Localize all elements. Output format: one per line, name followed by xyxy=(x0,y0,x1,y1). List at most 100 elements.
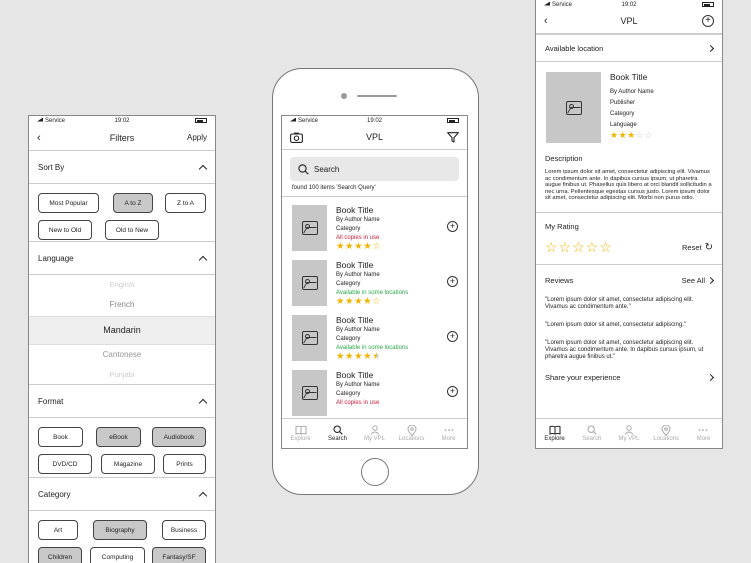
category-option[interactable]: Biography xyxy=(93,520,147,540)
filters-nav-bar: ‹ Filters Apply xyxy=(29,125,215,151)
sort-option[interactable]: Z to A xyxy=(165,193,206,213)
chevron-up-icon[interactable] xyxy=(198,164,208,173)
see-all-label: See All xyxy=(681,276,705,285)
tab-explore[interactable]: Explore xyxy=(282,419,319,448)
status-time: 19:02 xyxy=(366,117,382,124)
sort-section-header[interactable]: Sort By xyxy=(29,151,215,184)
tab-bar: Explore Search My VPL Locations More xyxy=(282,418,467,448)
status-bar: Service 19:02 xyxy=(282,116,467,125)
rating-input[interactable]: ☆☆☆☆☆ xyxy=(545,239,613,256)
book-author: By Author Name xyxy=(610,89,654,95)
language-option[interactable]: French xyxy=(29,300,215,309)
back-icon[interactable]: ‹ xyxy=(544,15,548,27)
format-option[interactable]: Audiobook xyxy=(152,427,206,447)
star-icon: ★ xyxy=(336,241,346,252)
sort-option[interactable]: New to Old xyxy=(38,220,92,240)
tab-locations[interactable]: Locations xyxy=(648,419,685,448)
tab-label: Locations xyxy=(398,436,425,442)
tab-more[interactable]: More xyxy=(685,419,722,448)
availability-status: All copies in use xyxy=(336,400,380,406)
add-icon[interactable]: + xyxy=(447,276,458,287)
tab-locations[interactable]: Locations xyxy=(393,419,430,448)
book-list-item[interactable]: Book Title By Author Name Category Availabl… xyxy=(282,252,467,307)
tab-search[interactable]: Search xyxy=(319,419,356,448)
apply-button[interactable]: Apply xyxy=(187,133,207,142)
reset-label: Reset xyxy=(682,242,702,252)
star-icon: ★ xyxy=(354,351,364,362)
book-list-item[interactable]: Book Title By Author Name Category All copi… xyxy=(282,362,467,417)
camera-dot xyxy=(341,93,347,99)
search-icon xyxy=(587,425,597,436)
detail-nav-bar: ‹ VPL + xyxy=(536,9,722,35)
book-list-item[interactable]: Book Title By Author Name Category Availabl… xyxy=(282,307,467,362)
sort-label: Sort By xyxy=(38,162,65,172)
tab-label: Explore xyxy=(290,436,311,442)
book-cover xyxy=(546,72,601,143)
location-pin-icon xyxy=(661,424,671,437)
language-option[interactable]: Cantonese xyxy=(29,350,215,359)
sort-option[interactable]: Old to New xyxy=(105,220,159,240)
book-category: Category xyxy=(610,111,635,117)
sort-option[interactable]: A to Z xyxy=(113,193,153,213)
book-detail-screen: Service 19:02 ‹ VPL + Available location… xyxy=(535,0,723,449)
star-half-icon: ★ xyxy=(372,351,382,362)
add-icon[interactable]: + xyxy=(702,15,714,27)
star-icon: ★ xyxy=(363,296,373,307)
book-cover xyxy=(292,370,327,416)
tab-search[interactable]: Search xyxy=(573,419,610,448)
category-option[interactable]: Art xyxy=(38,520,78,540)
reviews-header: Reviews See All xyxy=(536,268,722,294)
book-category: Category xyxy=(336,391,361,397)
book-author: By Author Name xyxy=(336,327,380,333)
format-option[interactable]: eBook xyxy=(96,427,141,447)
share-experience-row[interactable]: Share your experience xyxy=(536,367,722,389)
star-empty-icon: ☆ xyxy=(372,296,382,307)
format-option[interactable]: Prints xyxy=(163,454,206,474)
language-option[interactable]: English xyxy=(29,280,215,289)
book-cover xyxy=(292,205,327,251)
category-option[interactable]: Fantasy/SF xyxy=(152,547,206,563)
category-option[interactable]: Business xyxy=(162,520,206,540)
language-picker[interactable]: English French Mandarin Cantonese Punjab… xyxy=(29,275,215,385)
reset-button[interactable]: Reset ↻ xyxy=(682,242,713,253)
chevron-up-icon[interactable] xyxy=(198,398,208,407)
chevron-up-icon[interactable] xyxy=(198,491,208,500)
filter-icon[interactable] xyxy=(447,131,459,143)
book-list-item[interactable]: Book Title By Author Name Category All copi… xyxy=(282,197,467,252)
available-location-row[interactable]: Available location xyxy=(536,35,722,62)
my-rating-row: ☆☆☆☆☆ Reset ↻ xyxy=(536,231,722,265)
chevron-up-icon[interactable] xyxy=(198,255,208,264)
add-icon[interactable]: + xyxy=(447,331,458,342)
status-time: 19:02 xyxy=(621,1,637,8)
language-option-selected[interactable]: Mandarin xyxy=(29,316,215,345)
book-rating: ★★★★★ xyxy=(336,351,381,362)
camera-icon[interactable] xyxy=(290,132,303,143)
add-icon[interactable]: + xyxy=(447,221,458,232)
image-icon xyxy=(301,221,318,235)
image-icon xyxy=(565,100,582,115)
sort-option[interactable]: Most Popular xyxy=(38,193,99,213)
category-option[interactable]: Children xyxy=(38,547,82,563)
explore-icon xyxy=(295,425,307,436)
format-option[interactable]: Magazine xyxy=(101,454,155,474)
tab-explore[interactable]: Explore xyxy=(536,419,573,448)
format-option[interactable]: DVD/CD xyxy=(38,454,92,474)
my-rating-label: My Rating xyxy=(545,221,579,231)
home-button[interactable] xyxy=(361,458,389,486)
available-location-label: Available location xyxy=(545,43,604,53)
tab-my-vpl[interactable]: My VPL xyxy=(356,419,393,448)
format-option[interactable]: Book xyxy=(38,427,83,447)
see-all-button[interactable]: See All xyxy=(681,276,715,285)
battery-icon xyxy=(195,118,207,123)
tab-more[interactable]: More xyxy=(430,419,467,448)
language-section-header[interactable]: Language xyxy=(29,242,215,275)
format-section-header[interactable]: Format xyxy=(29,385,215,418)
category-option[interactable]: Computing xyxy=(90,547,145,563)
book-title: Book Title xyxy=(336,315,374,325)
back-icon[interactable]: ‹ xyxy=(37,132,41,144)
language-option[interactable]: Punjabi xyxy=(29,370,215,379)
tab-my-vpl[interactable]: My VPL xyxy=(610,419,647,448)
category-section-header[interactable]: Category xyxy=(29,478,215,511)
add-icon[interactable]: + xyxy=(447,386,458,397)
search-input[interactable]: Search xyxy=(290,157,459,181)
